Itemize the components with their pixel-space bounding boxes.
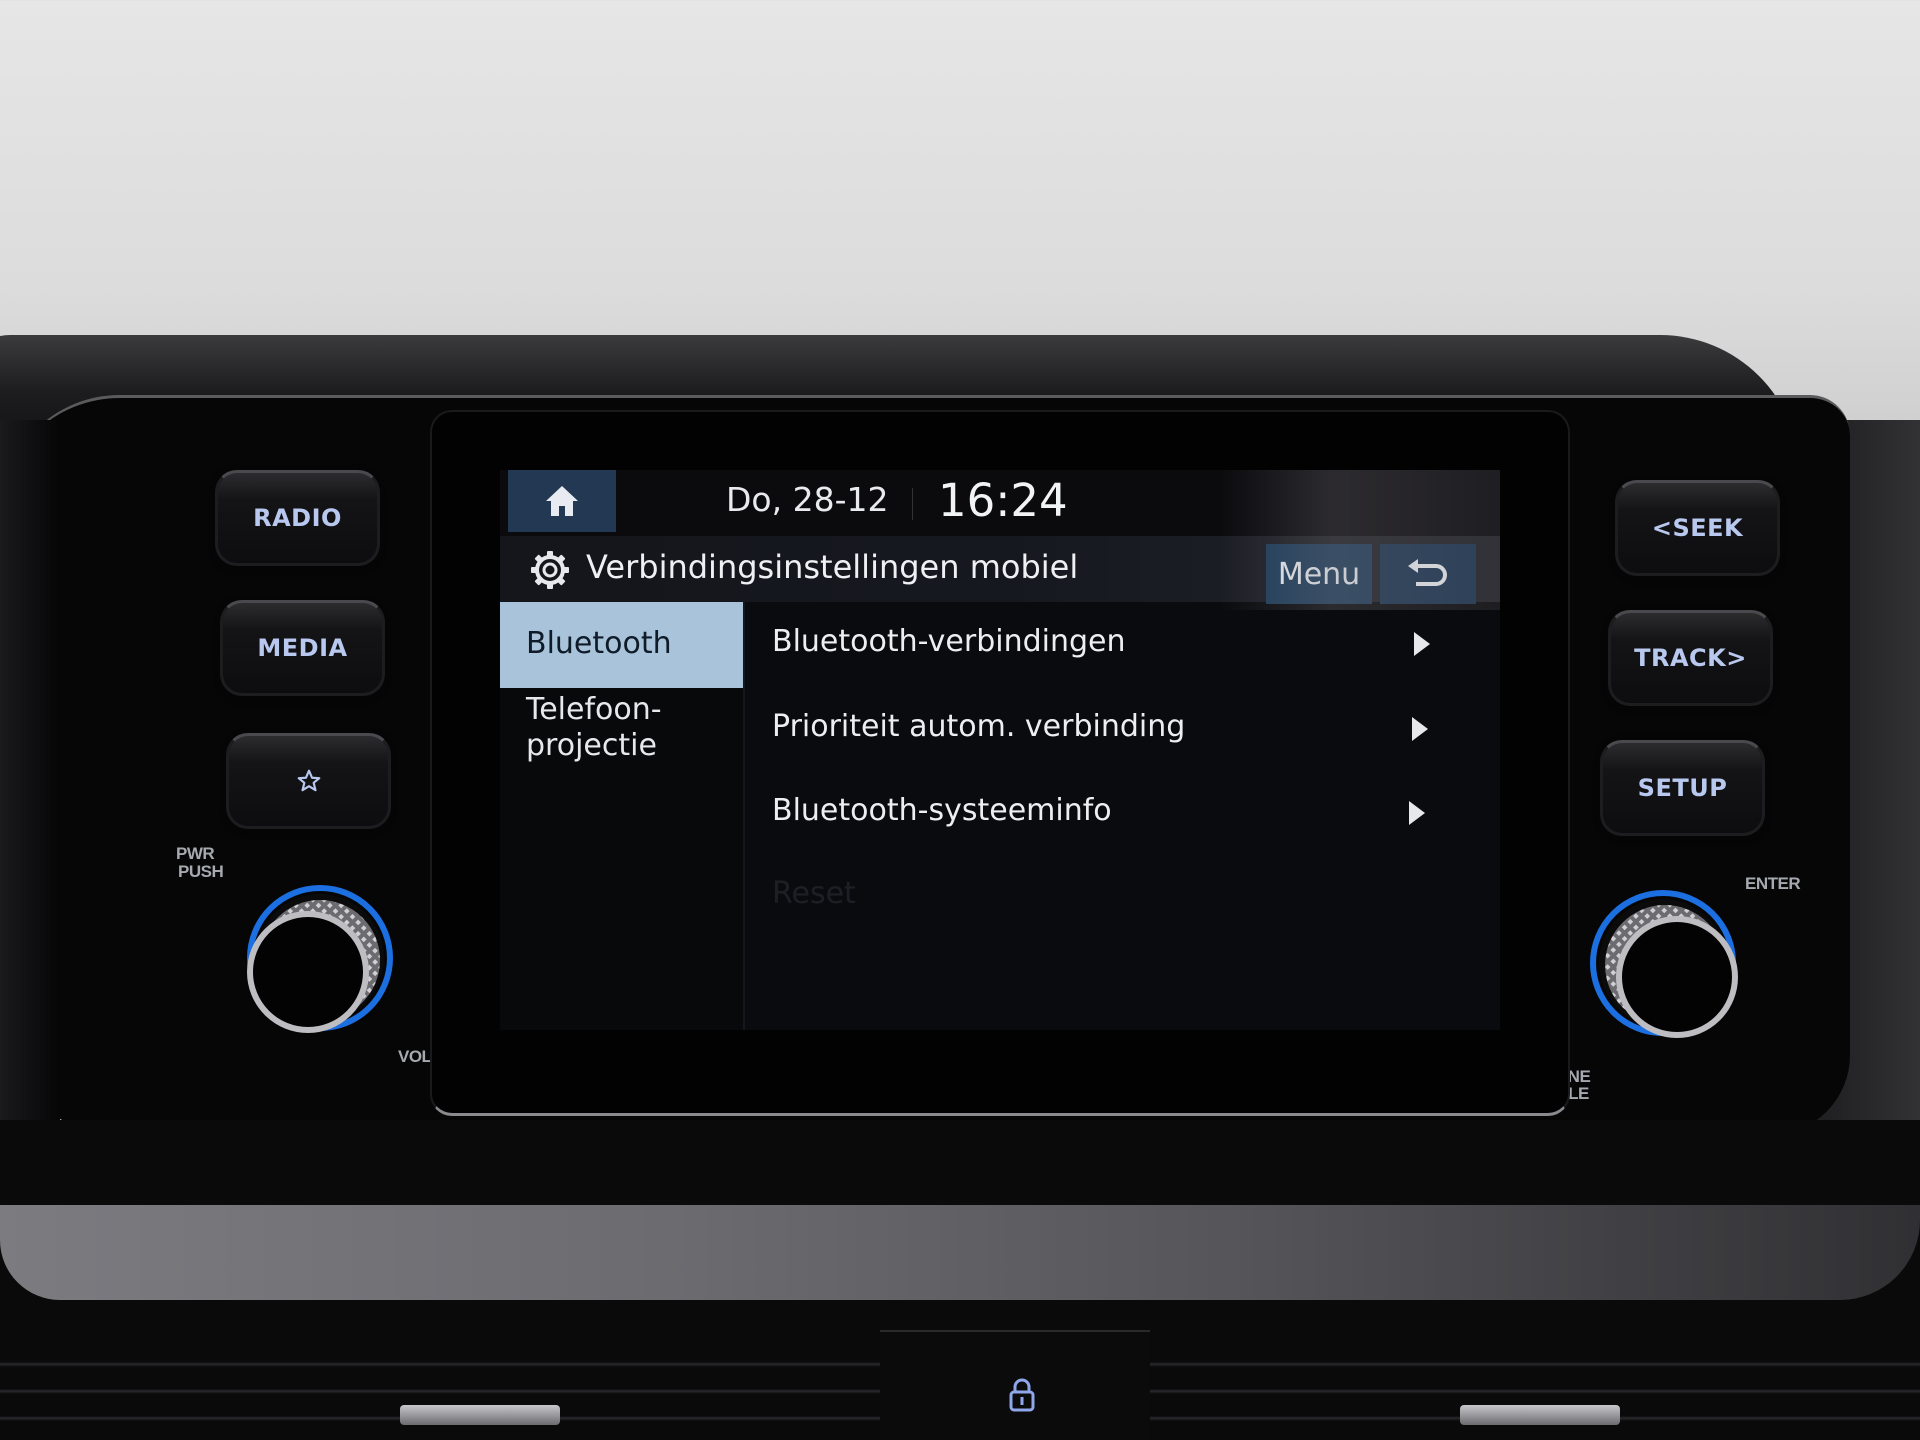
- back-button[interactable]: [1380, 544, 1476, 604]
- back-arrow-icon: [1408, 559, 1447, 586]
- vent-tab-left[interactable]: [400, 1405, 560, 1425]
- page-title: Verbindingsinstellingen mobiel: [586, 548, 1079, 586]
- vent-tab-right[interactable]: [1460, 1405, 1620, 1425]
- radio-button[interactable]: RADIO: [215, 470, 380, 566]
- media-button-label: MEDIA: [257, 634, 348, 662]
- list-item-label: Bluetooth-verbindingen: [772, 624, 1126, 659]
- seek-back-button[interactable]: <SEEK: [1615, 480, 1780, 576]
- status-divider: [912, 488, 913, 520]
- sidebar: Bluetooth Telefoon- projectie: [500, 602, 745, 1030]
- list-item-label: Prioriteit autom. verbinding: [772, 709, 1186, 744]
- volume-knob[interactable]: [228, 880, 398, 1050]
- setup-button-label: SETUP: [1637, 774, 1728, 802]
- title-bar: Verbindingsinstellingen mobiel Menu: [500, 536, 1500, 604]
- seek-button-label: <SEEK: [1651, 514, 1744, 542]
- sidebar-item-telefoonprojectie[interactable]: Telefoon- projectie: [500, 692, 743, 778]
- list-item-reset: Reset: [746, 854, 1446, 938]
- sidebar-item-label: Bluetooth: [526, 626, 672, 661]
- media-button[interactable]: MEDIA: [220, 600, 385, 696]
- list-item-bluetooth-verbindingen[interactable]: Bluetooth-verbindingen: [746, 602, 1446, 686]
- lock-icon[interactable]: [1008, 1378, 1036, 1412]
- infotainment-screen: Do, 28-12 16:24 Verbindingsinstellingen …: [500, 470, 1500, 1030]
- chevron-right-icon: [1409, 801, 1425, 825]
- clock-display: 16:24: [938, 474, 1068, 527]
- setup-button[interactable]: SETUP: [1600, 740, 1765, 836]
- list-item-label: Bluetooth-systeeminfo: [772, 793, 1112, 828]
- settings-list: Bluetooth-verbindingen Prioriteit autom.…: [746, 602, 1500, 1030]
- sidebar-item-label-line1: Telefoon-: [526, 692, 662, 727]
- tune-enter-knob[interactable]: [1585, 885, 1755, 1055]
- chevron-right-icon: [1412, 717, 1428, 741]
- sidebar-item-bluetooth[interactable]: Bluetooth: [500, 602, 743, 688]
- favorite-button[interactable]: [226, 733, 391, 829]
- status-bar: Do, 28-12 16:24: [500, 470, 1500, 536]
- menu-button[interactable]: Menu: [1266, 544, 1372, 604]
- home-icon: [546, 486, 578, 516]
- push-label: PUSH: [178, 862, 224, 881]
- menu-button-label: Menu: [1277, 556, 1361, 592]
- sidebar-item-label-line2: projectie: [526, 728, 657, 763]
- pwr-label: PWR: [176, 844, 215, 863]
- bezel-shade: [0, 420, 60, 1120]
- list-item-label: Reset: [772, 876, 856, 911]
- home-button[interactable]: [508, 470, 616, 532]
- track-forward-button[interactable]: TRACK>: [1608, 610, 1773, 706]
- radio-button-label: RADIO: [253, 504, 342, 532]
- track-button-label: TRACK>: [1634, 644, 1747, 672]
- date-display: Do, 28-12: [726, 480, 889, 519]
- list-item-bluetooth-systeeminfo[interactable]: Bluetooth-systeeminfo: [746, 771, 1446, 855]
- chevron-right-icon: [1414, 632, 1430, 656]
- vol-label: VOL: [398, 1047, 432, 1066]
- gear-icon: [531, 551, 569, 589]
- star-icon: [297, 769, 320, 792]
- dashboard-trim-panel: [0, 1205, 1920, 1300]
- list-item-prioriteit-autom-verbinding[interactable]: Prioriteit autom. verbinding: [746, 687, 1446, 771]
